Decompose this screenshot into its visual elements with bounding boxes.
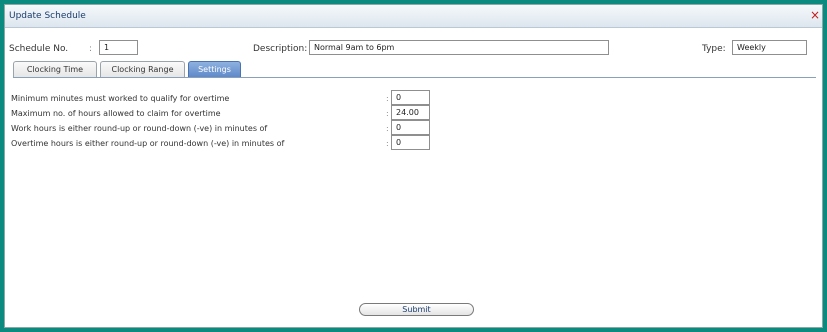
overtime-hours-rounding-label: Overtime hours is either round-up or rou… [11, 139, 285, 148]
work-hours-rounding-field[interactable] [391, 120, 430, 135]
overtime-hours-rounding-field[interactable] [391, 135, 430, 150]
tab-settings[interactable]: Settings [188, 61, 241, 77]
title-bar: Update Schedule × [5, 5, 822, 28]
description-label: Description: [253, 44, 308, 54]
type-field[interactable] [732, 40, 807, 55]
min-minutes-overtime-field[interactable] [391, 90, 430, 105]
min-minutes-overtime-label: Minimum minutes must worked to qualify f… [11, 94, 230, 103]
max-hours-overtime-field[interactable] [391, 105, 430, 120]
row-separator: : [386, 139, 389, 148]
dialog-title: Update Schedule [9, 11, 86, 21]
tab-clocking-range[interactable]: Clocking Range [100, 61, 185, 77]
description-field[interactable] [309, 40, 609, 55]
type-label: Type: [702, 44, 726, 54]
row-separator: : [386, 124, 389, 133]
close-icon[interactable]: × [810, 9, 820, 21]
tab-divider [13, 77, 816, 78]
update-schedule-dialog: Update Schedule × Schedule No. : Descrip… [4, 4, 823, 328]
row-separator: : [386, 109, 389, 118]
schedule-no-field[interactable] [99, 40, 138, 55]
schedule-no-separator: : [89, 44, 93, 54]
submit-button[interactable]: Submit [359, 303, 474, 316]
max-hours-overtime-label: Maximum no. of hours allowed to claim fo… [11, 109, 221, 118]
tab-clocking-time[interactable]: Clocking Time [13, 61, 97, 77]
work-hours-rounding-label: Work hours is either round-up or round-d… [11, 124, 268, 133]
row-separator: : [386, 94, 389, 103]
schedule-no-label: Schedule No. [9, 44, 69, 54]
